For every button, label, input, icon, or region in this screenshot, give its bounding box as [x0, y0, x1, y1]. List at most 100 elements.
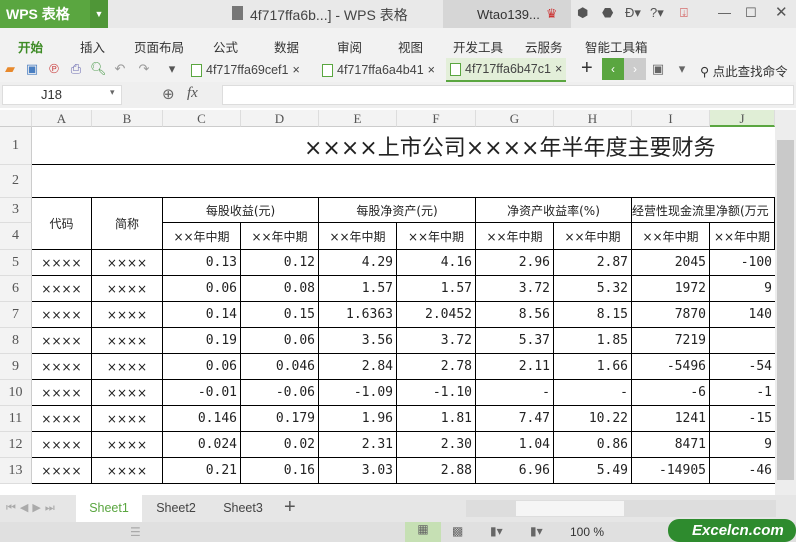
- data-cell[interactable]: -0.06: [241, 380, 319, 406]
- name-box[interactable]: J18: [2, 85, 122, 105]
- data-cell[interactable]: 8.56: [476, 302, 554, 328]
- data-cell[interactable]: 1.66: [554, 354, 632, 380]
- print-icon[interactable]: ⎙: [68, 61, 84, 77]
- data-cell[interactable]: ××××: [32, 328, 92, 354]
- help-icon[interactable]: ?▾: [650, 5, 664, 21]
- close-tab-icon[interactable]: ×: [555, 62, 562, 76]
- save-icon[interactable]: ▣: [24, 61, 40, 77]
- header-period[interactable]: ××年中期: [319, 223, 397, 250]
- tab-cloud[interactable]: 云服务: [525, 37, 563, 56]
- doc-tab-3[interactable]: 4f717ffa6b47c1 ×: [446, 58, 567, 82]
- data-cell[interactable]: 0.08: [241, 276, 319, 302]
- data-cell[interactable]: 2.88: [397, 458, 476, 484]
- data-cell[interactable]: ××××: [32, 250, 92, 276]
- column-header-E[interactable]: E: [319, 110, 397, 127]
- data-cell[interactable]: ××××: [92, 250, 163, 276]
- tab-start[interactable]: 开始: [18, 37, 43, 56]
- data-cell[interactable]: ××××: [92, 432, 163, 458]
- data-cell[interactable]: 8471: [632, 432, 710, 458]
- header-name[interactable]: 简称: [92, 198, 163, 250]
- maximize-icon[interactable]: ☐: [745, 5, 757, 21]
- data-cell[interactable]: 0.14: [163, 302, 241, 328]
- data-cell[interactable]: ××××: [32, 432, 92, 458]
- data-cell[interactable]: 10.22: [554, 406, 632, 432]
- column-header-A[interactable]: A: [32, 110, 92, 127]
- tab-developer[interactable]: 开发工具: [453, 37, 503, 56]
- data-cell[interactable]: 0.06: [241, 328, 319, 354]
- data-cell[interactable]: 5.32: [554, 276, 632, 302]
- data-cell[interactable]: ××××: [92, 276, 163, 302]
- function-icon[interactable]: fx: [187, 85, 198, 102]
- row-header-10[interactable]: 10: [0, 380, 32, 406]
- header-period[interactable]: ××年中期: [710, 223, 775, 250]
- data-cell[interactable]: 9: [710, 276, 775, 302]
- data-cell[interactable]: 0.06: [163, 276, 241, 302]
- row-header-7[interactable]: 7: [0, 302, 32, 328]
- export-pdf-icon[interactable]: ℗: [46, 61, 62, 77]
- horizontal-scrollbar[interactable]: [466, 500, 776, 517]
- data-cell[interactable]: 0.16: [241, 458, 319, 484]
- header-period[interactable]: ××年中期: [241, 223, 319, 250]
- close-tab-icon[interactable]: ×: [292, 63, 299, 77]
- close-icon[interactable]: ✕: [775, 3, 788, 21]
- header-group[interactable]: 经营性现金流里净额(万元: [632, 198, 775, 223]
- data-cell[interactable]: 1972: [632, 276, 710, 302]
- open-folder-icon[interactable]: ▰: [2, 61, 18, 77]
- tab-review[interactable]: 审阅: [337, 37, 362, 56]
- feedback-icon[interactable]: Ð▾: [625, 5, 641, 21]
- data-cell[interactable]: ××××: [92, 458, 163, 484]
- header-period[interactable]: ××年中期: [397, 223, 476, 250]
- header-code[interactable]: 代码: [32, 198, 92, 250]
- data-cell[interactable]: 1241: [632, 406, 710, 432]
- data-cell[interactable]: 1.96: [319, 406, 397, 432]
- row-header-13[interactable]: 13: [0, 458, 32, 484]
- data-cell[interactable]: 0.21: [163, 458, 241, 484]
- data-cell[interactable]: 0.046: [241, 354, 319, 380]
- data-cell[interactable]: ××××: [92, 302, 163, 328]
- column-header-D[interactable]: D: [241, 110, 319, 127]
- data-cell[interactable]: -15: [710, 406, 775, 432]
- add-sheet-icon[interactable]: +: [284, 496, 296, 519]
- data-cell[interactable]: 1.6363: [319, 302, 397, 328]
- close-tab-icon[interactable]: ×: [428, 63, 435, 77]
- redo-icon[interactable]: ↷: [136, 61, 152, 77]
- data-cell[interactable]: 5.37: [476, 328, 554, 354]
- column-header-J[interactable]: J: [710, 110, 775, 127]
- data-cell[interactable]: 2.11: [476, 354, 554, 380]
- data-cell[interactable]: 7870: [632, 302, 710, 328]
- vertical-scroll-thumb[interactable]: [777, 140, 794, 480]
- data-cell[interactable]: 0.19: [163, 328, 241, 354]
- header-period[interactable]: ××年中期: [632, 223, 710, 250]
- formula-input[interactable]: [222, 85, 794, 105]
- reading-layout-icon[interactable]: ▮▾: [490, 524, 503, 538]
- data-cell[interactable]: 140: [710, 302, 775, 328]
- normal-view-icon[interactable]: ▦: [405, 522, 441, 542]
- data-cell[interactable]: -1: [710, 380, 775, 406]
- data-cell[interactable]: 6.96: [476, 458, 554, 484]
- row-header-6[interactable]: 6: [0, 276, 32, 302]
- data-cell[interactable]: 3.03: [319, 458, 397, 484]
- data-cell[interactable]: 0.02: [241, 432, 319, 458]
- data-cell[interactable]: -: [554, 380, 632, 406]
- settings-icon[interactable]: ⬣: [602, 5, 613, 21]
- tab-list-icon[interactable]: ▾: [674, 61, 690, 77]
- data-cell[interactable]: 2.30: [397, 432, 476, 458]
- data-cell[interactable]: 0.15: [241, 302, 319, 328]
- row-header-2[interactable]: 2: [0, 165, 32, 198]
- data-cell[interactable]: 1.57: [397, 276, 476, 302]
- data-cell[interactable]: 0.13: [163, 250, 241, 276]
- data-cell[interactable]: [710, 328, 775, 354]
- select-all-corner[interactable]: [0, 110, 32, 127]
- tab-formulas[interactable]: 公式: [213, 37, 238, 56]
- command-search[interactable]: ⚲ 点此查找命令: [700, 61, 788, 80]
- row-header-1[interactable]: 1: [0, 127, 32, 165]
- more-dropdown-icon[interactable]: ▾: [164, 61, 180, 77]
- download-icon[interactable]: ⍗: [680, 5, 688, 21]
- column-header-G[interactable]: G: [476, 110, 554, 127]
- data-cell[interactable]: 0.06: [163, 354, 241, 380]
- data-cell[interactable]: -100: [710, 250, 775, 276]
- row-header-5[interactable]: 5: [0, 250, 32, 276]
- doc-tab-2[interactable]: 4f717ffa6a4b41 ×: [318, 58, 439, 82]
- data-cell[interactable]: ××××: [92, 406, 163, 432]
- skin-icon[interactable]: ⬢: [577, 5, 588, 21]
